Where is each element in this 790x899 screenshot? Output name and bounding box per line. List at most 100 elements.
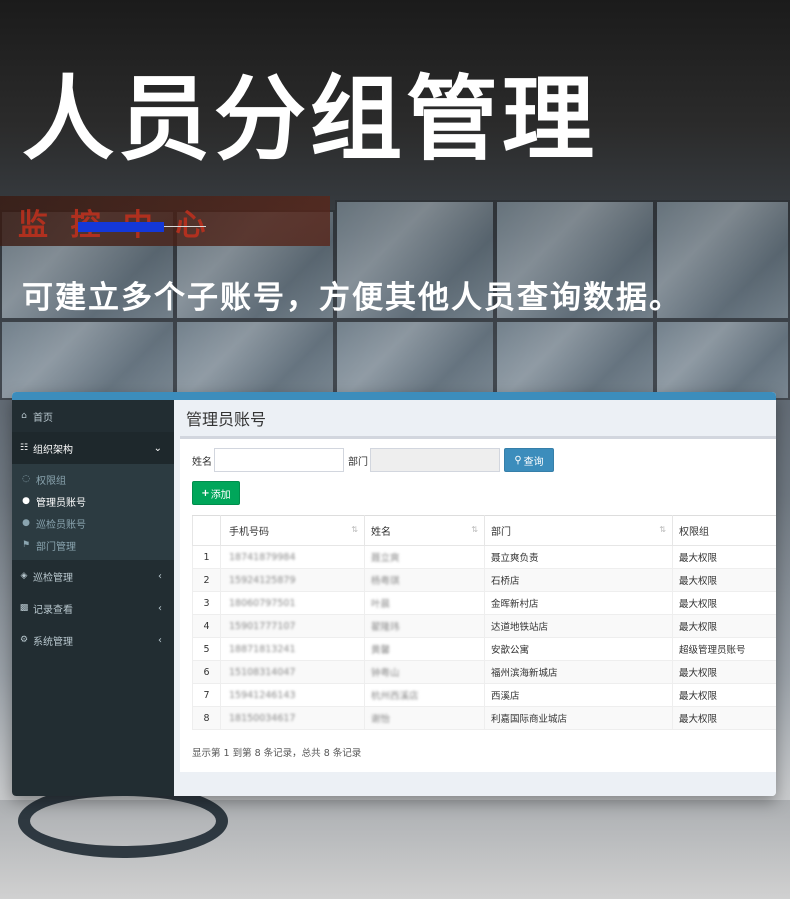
sidebar-subitem-label: 权限组	[36, 475, 66, 487]
sidebar-item-label: 系统管理	[33, 636, 73, 648]
query-button[interactable]: ⚲ 查询	[504, 448, 554, 472]
row-name: 杨粤琪	[371, 576, 400, 587]
sidebar-subitem-label: 巡检员账号	[36, 519, 86, 531]
table-row[interactable]: 1 18741879984 聂立爽 聂立爽负责 最大权限	[192, 545, 776, 569]
sidebar-item-organization[interactable]: ☷ 组织架构 ⌄	[12, 432, 174, 464]
table-row[interactable]: 4 15901777107 翟隆玮 达道地铁站店 最大权限	[192, 614, 776, 638]
admin-app-window: ⌂ 首页 ☷ 组织架构 ⌄ ◌ 权限组 ● 管理员账号 ● 巡检员账号 ⚑ 部门…	[12, 392, 776, 796]
sidebar-item-inspection[interactable]: ◈ 巡检管理 ‹	[12, 560, 174, 592]
sidebar-item-label: 首页	[33, 412, 53, 424]
sitemap-icon: ☷	[19, 443, 29, 453]
page-title: 管理员账号	[174, 400, 776, 436]
row-index: 5	[192, 637, 221, 661]
column-header-name[interactable]: 姓名 ⇅	[364, 515, 485, 546]
chevron-left-icon: ‹	[158, 634, 162, 646]
sidebar-submenu: ◌ 权限组 ● 管理员账号 ● 巡检员账号 ⚑ 部门管理	[12, 464, 174, 560]
row-index: 7	[192, 683, 221, 707]
app-top-bar	[12, 392, 776, 400]
row-name: 杭州西溪店	[371, 691, 419, 702]
row-name: 翟隆玮	[371, 622, 400, 633]
add-button[interactable]: + 添加	[192, 481, 240, 505]
sidebar-subitem-label: 部门管理	[36, 541, 76, 553]
sidebar-subitem-admin-accounts[interactable]: ● 管理员账号	[12, 490, 174, 512]
row-phone: 18060797501	[229, 597, 296, 609]
search-icon: ⚲	[514, 454, 522, 466]
row-permission-group: 最大权限	[672, 591, 776, 615]
sidebar-item-home[interactable]: ⌂ 首页	[12, 400, 174, 432]
accent-bar	[78, 222, 164, 232]
sidebar-item-label: 组织架构	[33, 444, 73, 456]
add-button-label: 添加	[210, 489, 231, 501]
hero-subtitle: 可建立多个子账号，方便其他人员查询数据。	[22, 280, 682, 316]
row-department: 聂立爽负责	[484, 545, 673, 569]
row-phone: 18150034617	[229, 712, 296, 724]
row-department: 达道地铁站店	[484, 614, 673, 638]
sidebar-item-label: 巡检管理	[33, 572, 73, 584]
row-department: 石桥店	[484, 568, 673, 592]
column-header-index	[192, 515, 221, 546]
row-phone: 15924125879	[229, 574, 296, 586]
row-department: 安歆公寓	[484, 637, 673, 661]
row-department: 利嘉国际商业城店	[484, 706, 673, 730]
user-icon: ●	[22, 496, 30, 506]
row-index: 8	[192, 706, 221, 730]
column-header-label: 手机号码	[229, 527, 269, 538]
row-phone: 15941246143	[229, 689, 296, 701]
row-phone: 15108314047	[229, 666, 296, 678]
column-header-permission-group[interactable]: 权限组	[672, 515, 776, 546]
name-input[interactable]	[214, 448, 344, 472]
chevron-left-icon: ‹	[158, 570, 162, 582]
chevron-down-icon: ⌄	[153, 442, 162, 454]
row-department: 金晖新村店	[484, 591, 673, 615]
row-name: 聂立爽	[371, 553, 400, 564]
user-icon: ●	[22, 518, 30, 528]
row-index: 1	[192, 545, 221, 569]
table-row[interactable]: 3 18060797501 叶晨 金晖新村店 最大权限	[192, 591, 776, 615]
gear-icon: ⚙	[19, 635, 29, 645]
sidebar-subitem-label: 管理员账号	[36, 497, 86, 509]
table-header-row: 手机号码 ⇅ 姓名 ⇅ 部门 ⇅ 权限组	[192, 515, 776, 546]
sidebar-subitem-permission-group[interactable]: ◌ 权限组	[12, 468, 174, 490]
plus-icon: +	[201, 487, 210, 499]
table-row[interactable]: 5 18871813241 黄馨 安歆公寓 超级管理员账号	[192, 637, 776, 661]
bank-icon: ⚑	[21, 540, 31, 550]
home-icon: ⌂	[21, 411, 27, 421]
department-input[interactable]	[370, 448, 500, 472]
row-phone: 18871813241	[229, 643, 296, 655]
column-header-label: 部门	[491, 527, 511, 538]
unlock-icon: ◌	[22, 474, 30, 484]
row-department: 福州滨海新城店	[484, 660, 673, 684]
row-name: 叶晨	[371, 599, 391, 610]
sort-icon: ⇅	[659, 525, 666, 534]
content-panel: 姓名 部门 ⚲ 查询 + 添加 手机号码 ⇅ 姓名 ⇅ 部门 ⇅ 权限组 1 1…	[180, 436, 776, 772]
row-phone: 18741879984	[229, 551, 296, 563]
row-permission-group: 最大权限	[672, 568, 776, 592]
table-row[interactable]: 8 18150034617 谢怡 利嘉国际商业城店 最大权限	[192, 706, 776, 730]
row-permission-group: 最大权限	[672, 706, 776, 730]
sidebar-item-records[interactable]: ▩ 记录查看 ‹	[12, 592, 174, 624]
chevron-left-icon: ‹	[158, 602, 162, 614]
row-department: 西溪店	[484, 683, 673, 707]
admin-table: 手机号码 ⇅ 姓名 ⇅ 部门 ⇅ 权限组 1 18741879984 聂立爽 聂立爽负…	[192, 515, 776, 730]
row-permission-group: 超级管理员账号	[672, 637, 776, 661]
table-row[interactable]: 2 15924125879 杨粤琪 石桥店 最大权限	[192, 568, 776, 592]
column-header-phone[interactable]: 手机号码 ⇅	[220, 515, 365, 546]
sidebar-item-label: 记录查看	[33, 604, 73, 616]
pagination-info: 显示第 1 到第 8 条记录，总共 8 条记录	[192, 748, 362, 759]
sidebar-subitem-inspector-accounts[interactable]: ● 巡检员账号	[12, 512, 174, 534]
table-row[interactable]: 7 15941246143 杭州西溪店 西溪店 最大权限	[192, 683, 776, 707]
row-index: 3	[192, 591, 221, 615]
eye-icon: ◈	[20, 571, 28, 581]
row-name: 谢怡	[371, 714, 391, 725]
sidebar-item-system[interactable]: ⚙ 系统管理 ‹	[12, 624, 174, 656]
table-row[interactable]: 6 15108314047 钟粤山 福州滨海新城店 最大权限	[192, 660, 776, 684]
row-name: 钟粤山	[371, 668, 400, 679]
row-index: 6	[192, 660, 221, 684]
row-name: 黄馨	[371, 645, 391, 656]
hero-title: 人员分组管理	[22, 66, 599, 173]
accent-line	[164, 226, 206, 227]
column-header-department[interactable]: 部门 ⇅	[484, 515, 673, 546]
main-content: 管理员账号 姓名 部门 ⚲ 查询 + 添加 手机号码 ⇅ 姓名 ⇅ 部门 ⇅ 权…	[174, 400, 776, 796]
sort-icon: ⇅	[471, 525, 478, 534]
sidebar-subitem-department[interactable]: ⚑ 部门管理	[12, 534, 174, 556]
